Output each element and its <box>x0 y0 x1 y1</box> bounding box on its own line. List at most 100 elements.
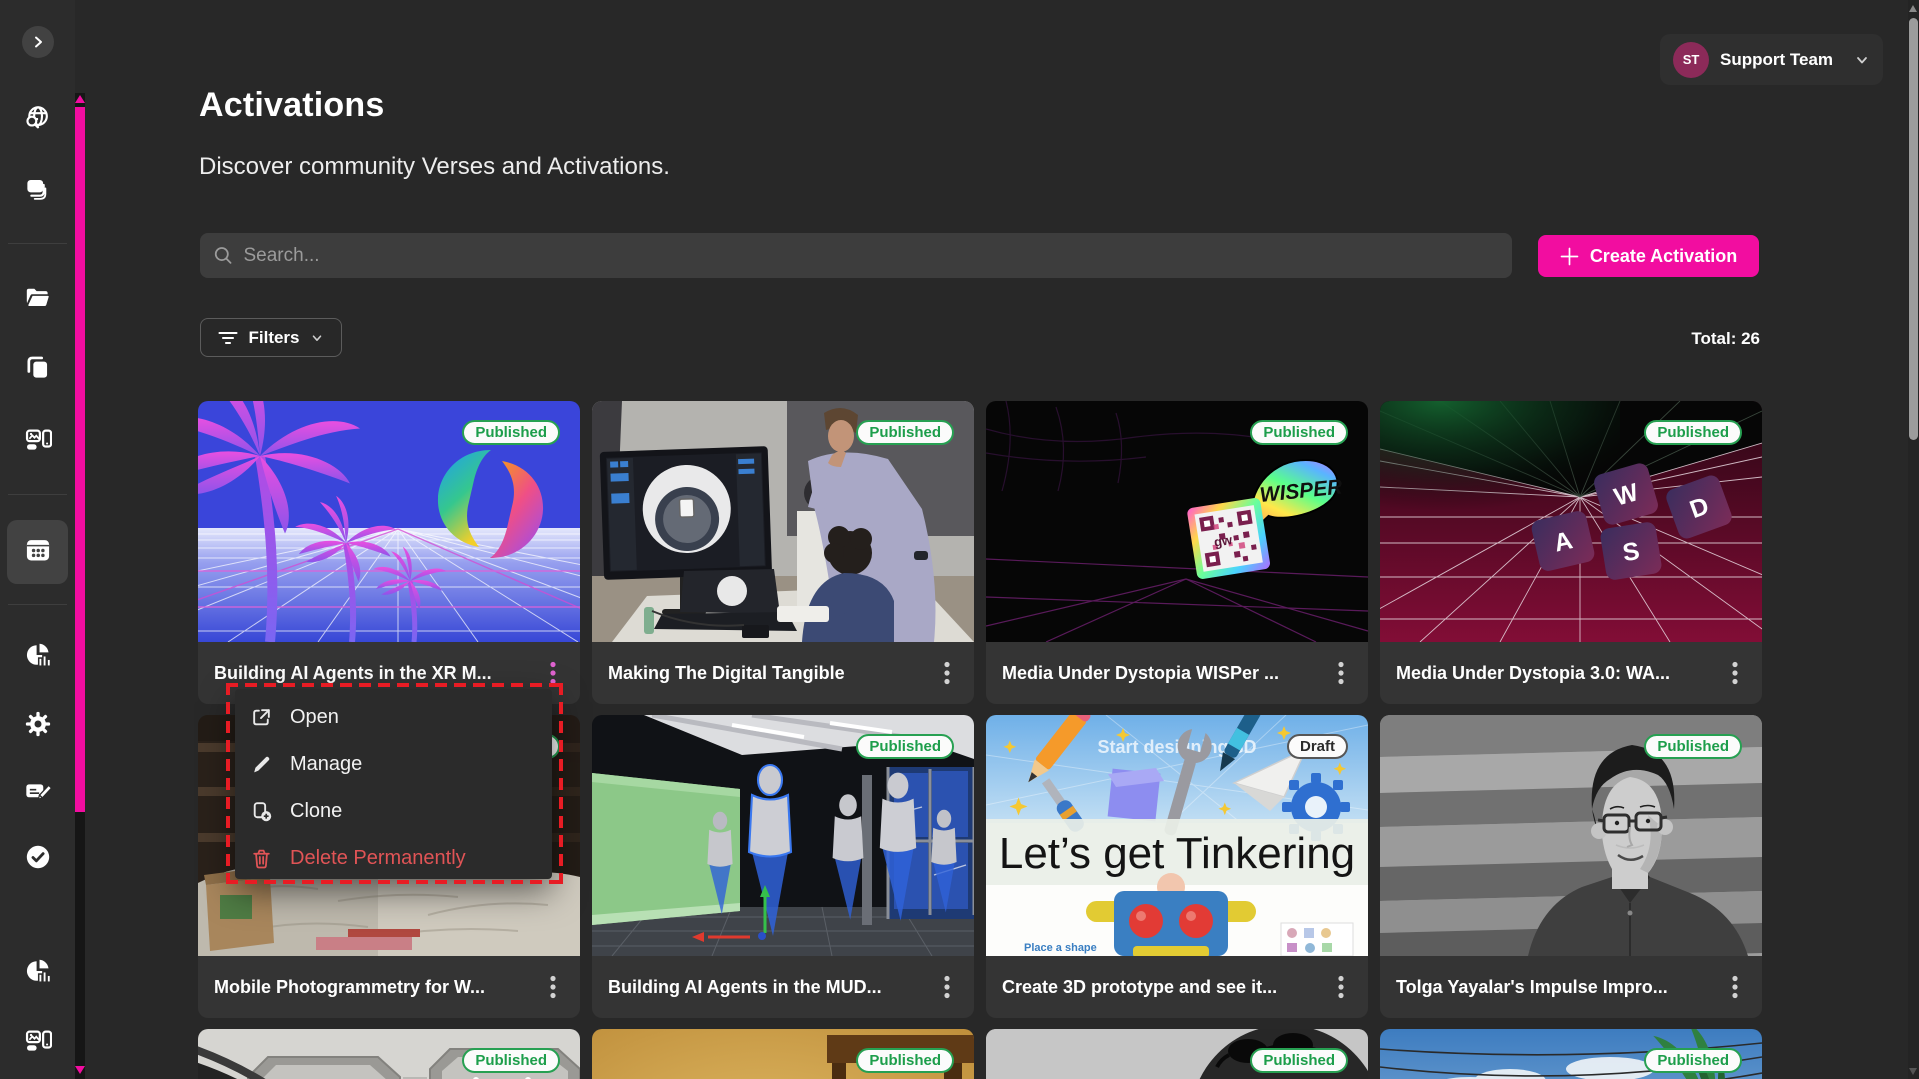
copy-icon <box>24 354 51 386</box>
status-badge: Published <box>856 1048 954 1073</box>
card-title-bar: Making The Digital Tangible <box>592 642 974 704</box>
status-badge: Published <box>856 420 954 445</box>
chevron-right-icon <box>30 34 46 50</box>
card-menu-button[interactable] <box>930 653 964 693</box>
activation-card[interactable]: Published <box>1380 1029 1762 1079</box>
card-thumbnail: W A S D Published <box>1380 401 1762 642</box>
kebab-icon <box>1338 661 1344 685</box>
card-menu-button[interactable] <box>1324 653 1358 693</box>
gallery-device-icon <box>24 426 52 459</box>
activation-card[interactable]: Published Building AI Agents in the MUD..… <box>592 715 974 1018</box>
svg-text:Place a shape: Place a shape <box>1024 942 1097 954</box>
total-count: Total: 26 <box>1460 329 1760 349</box>
page-scrollbar-down-arrow[interactable] <box>1909 1068 1917 1075</box>
pie-chart-icon <box>24 641 52 674</box>
card-title: Building AI Agents in the MUD... <box>608 977 930 998</box>
card-thumbnail: Published <box>592 401 974 642</box>
sidebar-item-settings-gear[interactable] <box>0 712 75 740</box>
card-title-bar: Media Under Dystopia WISPer ... <box>986 642 1368 704</box>
card-thumbnail: Published <box>198 1029 580 1079</box>
status-badge: Published <box>1644 420 1742 445</box>
plus-icon <box>1560 247 1579 266</box>
sidebar-item-folder-open[interactable] <box>0 286 75 314</box>
search-input[interactable] <box>244 245 1500 267</box>
create-activation-button[interactable]: Create Activation <box>1538 235 1759 277</box>
card-title-bar: Mobile Photogrammetry for W... <box>198 956 580 1018</box>
activation-card[interactable]: Published Making The Digital Tangible <box>592 401 974 704</box>
card-thumbnail: Published <box>1380 715 1762 956</box>
sidebar-divider <box>8 243 67 244</box>
chevron-down-icon <box>310 331 324 345</box>
card-menu-button[interactable] <box>1718 653 1752 693</box>
card-title: Mobile Photogrammetry for W... <box>214 977 536 998</box>
filters-button[interactable]: Filters <box>200 318 342 357</box>
check-circle-icon <box>24 843 52 876</box>
activation-card[interactable]: W A S D PublishedMedia Under Dystopia 3.… <box>1380 401 1762 704</box>
pie-chart-icon <box>24 957 52 990</box>
svg-text:gw: gw <box>1213 532 1234 550</box>
page-scrollbar-thumb[interactable] <box>1909 18 1918 440</box>
sidebar-expand-button[interactable] <box>22 26 54 58</box>
open-external-icon <box>250 706 273 729</box>
status-badge: Published <box>856 734 954 759</box>
context-menu-item-delete-permanently[interactable]: Delete Permanently <box>235 835 552 882</box>
user-name: Support Team <box>1720 50 1843 70</box>
kebab-icon <box>944 975 950 999</box>
sidebar-item-globe-search[interactable] <box>0 106 75 134</box>
card-title: Making The Digital Tangible <box>608 663 930 684</box>
clone-plus-icon <box>250 800 273 823</box>
status-badge: Draft <box>1287 734 1348 759</box>
sidebar-item-gallery-device[interactable] <box>0 428 75 456</box>
folder-open-icon <box>24 284 51 316</box>
context-menu-item-open[interactable]: Open <box>235 694 552 741</box>
user-menu[interactable]: ST Support Team <box>1660 34 1883 85</box>
card-title-bar: Building AI Agents in the MUD... <box>592 956 974 1018</box>
card-thumbnail: Published <box>592 1029 974 1079</box>
activation-card[interactable]: Start designing 3D Let’s get Tinkering P… <box>986 715 1368 1018</box>
card-title-bar: Media Under Dystopia 3.0: WA... <box>1380 642 1762 704</box>
search-icon <box>213 245 234 266</box>
status-badge: Published <box>1644 734 1742 759</box>
card-title: Building AI Agents in the XR M... <box>214 663 536 684</box>
activation-card[interactable]: Published <box>198 1029 580 1079</box>
card-edit-icon <box>24 778 52 811</box>
filter-icon <box>218 329 238 347</box>
activation-card[interactable]: Published <box>986 1029 1368 1079</box>
sidebar-item-gallery-device[interactable] <box>0 1029 75 1057</box>
status-badge: Published <box>1250 1048 1348 1073</box>
sidebar-item-copy[interactable] <box>0 356 75 384</box>
sidebar-divider <box>8 604 67 605</box>
sidebar-divider <box>8 494 67 495</box>
sidebar-scrollbar-thumb[interactable] <box>75 107 85 812</box>
activation-card[interactable]: PublishedTolga Yayalar's Impulse Impro..… <box>1380 715 1762 1018</box>
card-menu-button[interactable] <box>536 653 570 693</box>
context-menu-item-manage[interactable]: Manage <box>235 741 552 788</box>
context-menu-item-clone[interactable]: Clone <box>235 788 552 835</box>
card-thumbnail: Published <box>198 401 580 642</box>
sidebar-item-check-circle[interactable] <box>0 845 75 873</box>
card-thumbnail: Start designing 3D Let’s get Tinkering P… <box>986 715 1368 956</box>
sidebar-item-pie-chart[interactable] <box>0 643 75 671</box>
search-bar[interactable] <box>200 233 1512 278</box>
activation-card[interactable]: Published Building AI Agents in the XR M.… <box>198 401 580 704</box>
card-menu-button[interactable] <box>930 967 964 1007</box>
sidebar-item-card-edit[interactable] <box>0 780 75 808</box>
card-menu-button[interactable] <box>536 967 570 1007</box>
sidebar <box>0 0 75 1079</box>
sidebar-item-layers[interactable] <box>0 178 75 206</box>
sidebar-item-calendar-grid-active[interactable] <box>0 538 75 566</box>
page-scrollbar-up-arrow[interactable] <box>1909 5 1917 12</box>
sidebar-scrollbar-up-arrow[interactable] <box>75 95 85 103</box>
card-menu-button[interactable] <box>1324 967 1358 1007</box>
activation-card[interactable]: WISPER gw PublishedMedia Under Dystopia … <box>986 401 1368 704</box>
activation-card[interactable]: Published <box>592 1029 974 1079</box>
pencil-icon <box>250 753 273 776</box>
kebab-icon <box>550 661 556 685</box>
sidebar-item-pie-chart[interactable] <box>0 959 75 987</box>
avatar: ST <box>1673 42 1709 78</box>
sidebar-scrollbar-down-arrow[interactable] <box>75 1066 85 1074</box>
gallery-device-icon <box>24 1027 52 1060</box>
status-badge: Published <box>462 420 560 445</box>
card-menu-button[interactable] <box>1718 967 1752 1007</box>
trash-icon <box>250 847 273 870</box>
